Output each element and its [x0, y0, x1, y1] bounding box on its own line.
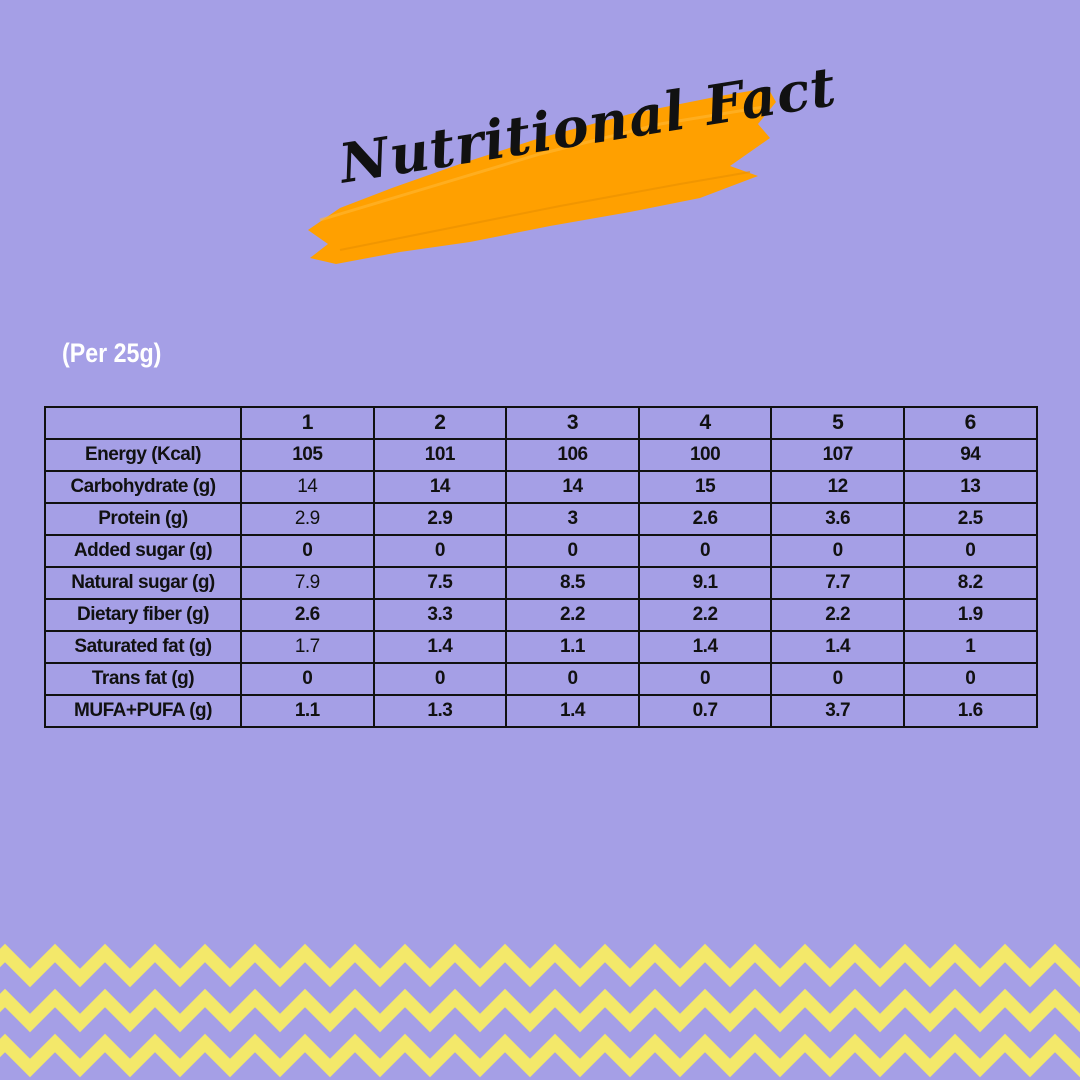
table-cell: 3.6 [770, 502, 905, 536]
table-cell: 14 [240, 470, 375, 504]
table-cell: 8.2 [902, 566, 1038, 600]
table-cell: 0 [637, 534, 773, 568]
table-cell: 101 [372, 438, 508, 472]
table-cell: 2.9 [240, 502, 375, 536]
table-cell: 94 [902, 438, 1038, 472]
table-cell: 0 [372, 662, 508, 696]
table-cell: 0 [240, 534, 375, 568]
table-cell: 100 [637, 438, 773, 472]
table-row: Added sugar (g) 0 0 0 0 0 0 [44, 534, 1038, 568]
table-cell: 3.3 [372, 598, 508, 632]
table-cell: 0 [372, 534, 508, 568]
table-cell: 0 [637, 662, 773, 696]
table-cell: 2.5 [902, 502, 1038, 536]
header-cell: 4 [637, 406, 773, 440]
table-cell: 7.5 [372, 566, 508, 600]
table-cell: 1.1 [505, 630, 640, 664]
table-cell: 13 [902, 470, 1038, 504]
table-cell: 1.4 [372, 630, 508, 664]
table-cell: 1.3 [372, 694, 508, 728]
table-cell: 3.7 [770, 694, 905, 728]
table-cell: 0 [770, 534, 905, 568]
row-label: Protein (g) [44, 502, 242, 536]
table-row: MUFA+PUFA (g) 1.1 1.3 1.4 0.7 3.7 1.6 [44, 694, 1038, 728]
table-cell: 7.7 [770, 566, 905, 600]
table-cell: 2.6 [240, 598, 375, 632]
table-row: Saturated fat (g) 1.7 1.4 1.1 1.4 1.4 1 [44, 630, 1038, 664]
table-cell: 1.9 [902, 598, 1038, 632]
table-cell: 105 [240, 438, 375, 472]
table-cell: 1.1 [240, 694, 375, 728]
table-cell: 1.6 [902, 694, 1038, 728]
table-row: Trans fat (g) 0 0 0 0 0 0 [44, 662, 1038, 696]
table-cell: 15 [637, 470, 773, 504]
table-cell: 0 [505, 534, 640, 568]
table-cell: 2.6 [637, 502, 773, 536]
table-cell: 9.1 [637, 566, 773, 600]
row-label: Added sugar (g) [44, 534, 242, 568]
zigzag-line [0, 943, 1080, 988]
header-cell: 2 [372, 406, 508, 440]
table-cell: 3 [505, 502, 640, 536]
table-row: Protein (g) 2.9 2.9 3 2.6 3.6 2.5 [44, 502, 1038, 536]
header-cell: 5 [770, 406, 905, 440]
table-cell: 0 [505, 662, 640, 696]
row-label: MUFA+PUFA (g) [44, 694, 242, 728]
table-cell: 1.4 [637, 630, 773, 664]
table-cell: 7.9 [240, 566, 375, 600]
header-cell: 6 [902, 406, 1038, 440]
table-cell: 1.7 [240, 630, 375, 664]
row-label: Natural sugar (g) [44, 566, 242, 600]
zigzag-line [0, 1033, 1080, 1078]
header-cell-blank [44, 406, 242, 440]
table-cell: 12 [770, 470, 905, 504]
zigzag-decoration [0, 943, 1080, 1078]
table-cell: 1.4 [770, 630, 905, 664]
table-row: Carbohydrate (g) 14 14 14 15 12 13 [44, 470, 1038, 504]
nutrition-table: 1 2 3 4 5 6 Energy (Kcal) 105 101 106 10… [44, 406, 1038, 728]
table-cell: 0 [902, 534, 1038, 568]
table-cell: 106 [505, 438, 640, 472]
table-cell: 14 [372, 470, 508, 504]
table-cell: 2.9 [372, 502, 508, 536]
table-cell: 0 [240, 662, 375, 696]
table-cell: 0.7 [637, 694, 773, 728]
header-cell: 3 [505, 406, 640, 440]
row-label: Energy (Kcal) [44, 438, 242, 472]
table-cell: 14 [505, 470, 640, 504]
table-cell: 107 [770, 438, 905, 472]
header-cell: 1 [240, 406, 375, 440]
table-cell: 1 [902, 630, 1038, 664]
table-cell: 0 [770, 662, 905, 696]
serving-size-label: (Per 25g) [62, 338, 162, 368]
table-cell: 2.2 [770, 598, 905, 632]
table-header-row: 1 2 3 4 5 6 [44, 406, 1038, 440]
zigzag-line [0, 988, 1080, 1033]
row-label: Carbohydrate (g) [44, 470, 242, 504]
table-row: Dietary fiber (g) 2.6 3.3 2.2 2.2 2.2 1.… [44, 598, 1038, 632]
table-cell: 1.4 [505, 694, 640, 728]
table-cell: 2.2 [637, 598, 773, 632]
title-banner: Nutritional Fact [300, 54, 841, 270]
table-row: Energy (Kcal) 105 101 106 100 107 94 [44, 438, 1038, 472]
table-cell: 2.2 [505, 598, 640, 632]
table-row: Natural sugar (g) 7.9 7.5 8.5 9.1 7.7 8.… [44, 566, 1038, 600]
row-label: Trans fat (g) [44, 662, 242, 696]
row-label: Saturated fat (g) [44, 630, 242, 664]
row-label: Dietary fiber (g) [44, 598, 242, 632]
table-cell: 0 [902, 662, 1038, 696]
table-cell: 8.5 [505, 566, 640, 600]
